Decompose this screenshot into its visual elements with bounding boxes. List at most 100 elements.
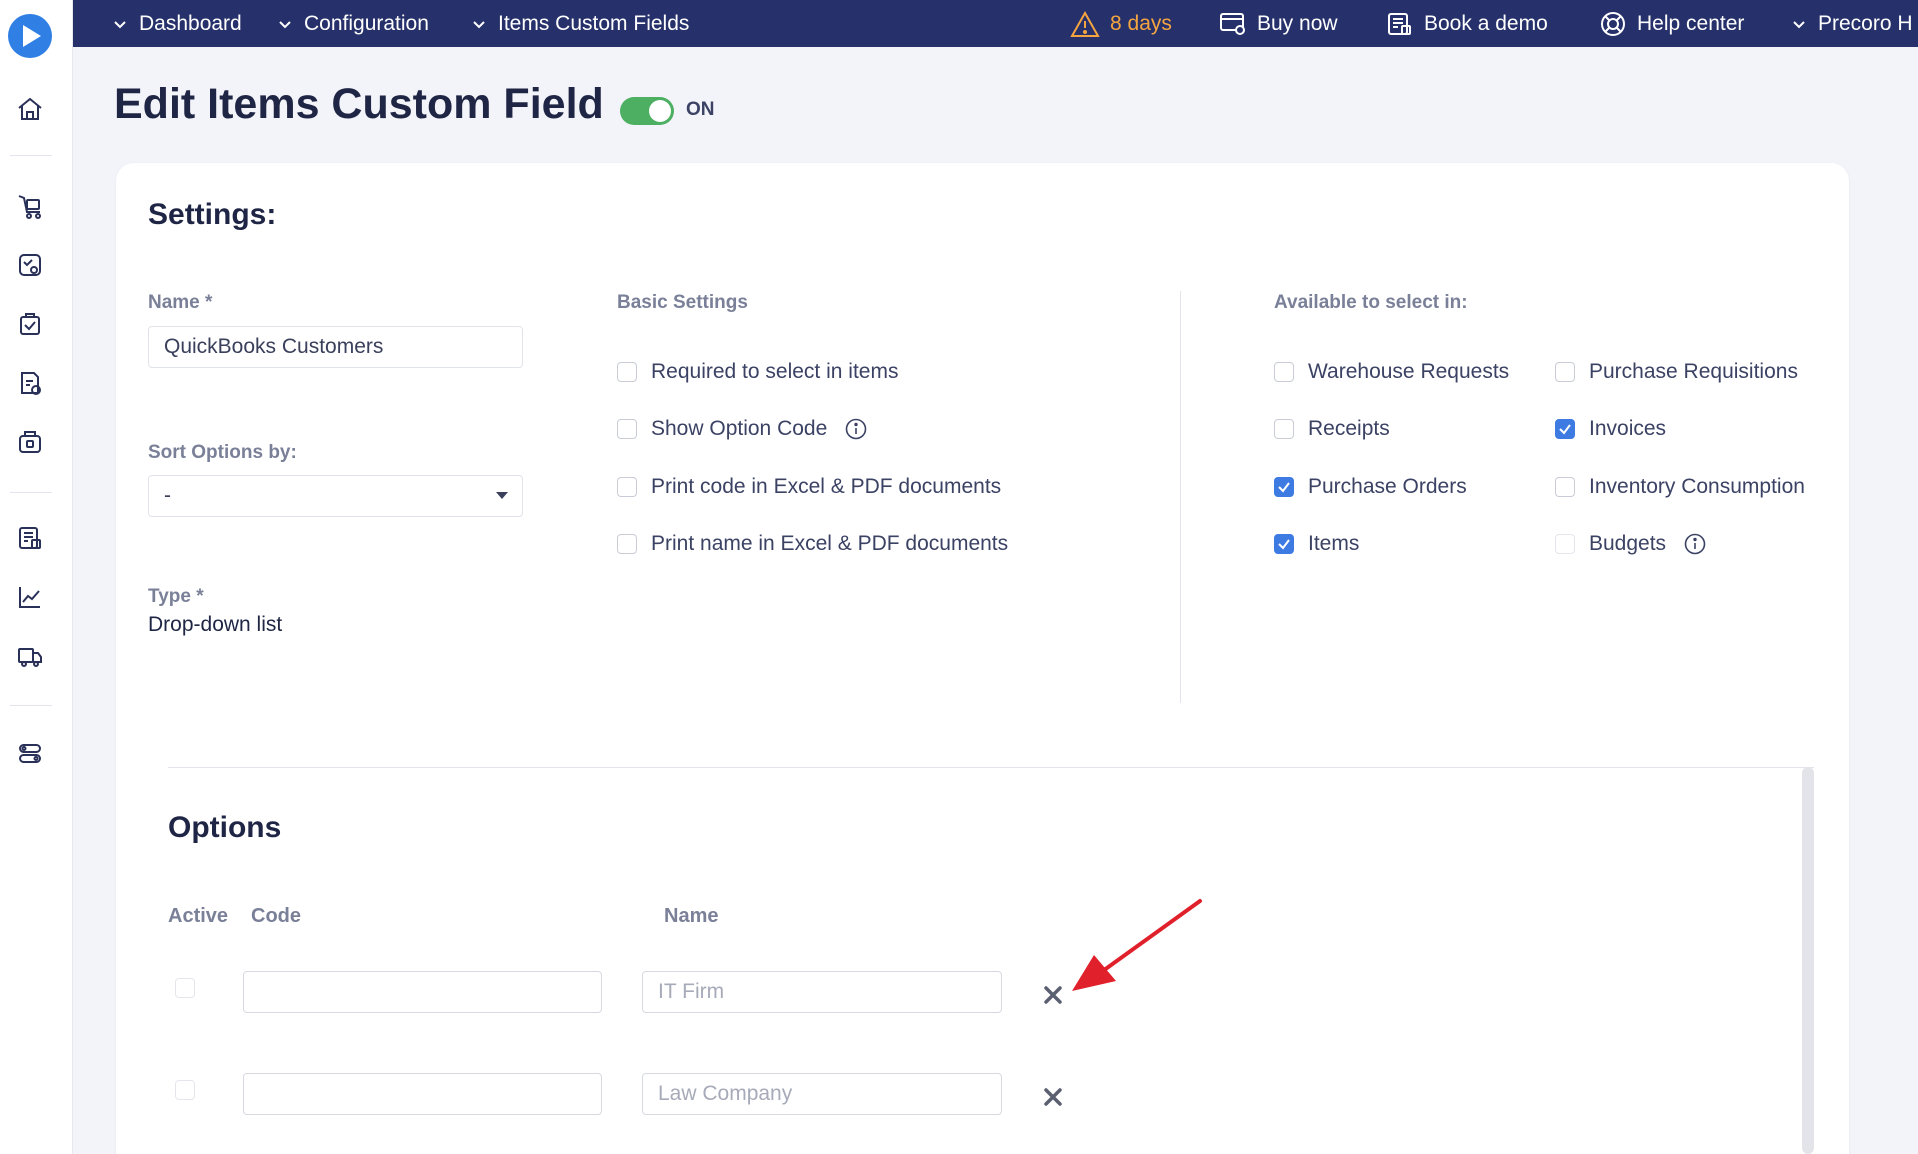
checkbox-receipts[interactable]: Receipts xyxy=(1274,417,1390,441)
available-title: Available to select in: xyxy=(1274,292,1468,313)
checkbox-label: Warehouse Requests xyxy=(1308,360,1510,383)
checkbox-print-name[interactable]: Print name in Excel & PDF documents xyxy=(617,532,1008,556)
option-active-checkbox[interactable] xyxy=(175,978,195,998)
chevron-down-icon xyxy=(114,20,126,28)
cart-icon[interactable] xyxy=(14,190,46,222)
breadcrumb-label: Dashboard xyxy=(139,11,242,35)
checkbox-purchase-requisitions[interactable]: Purchase Requisitions xyxy=(1555,360,1798,384)
checkbox[interactable] xyxy=(617,477,637,497)
column-header-active: Active xyxy=(168,905,229,927)
checkbox[interactable] xyxy=(617,419,637,439)
delete-option-button[interactable] xyxy=(1040,1084,1066,1110)
checkbox[interactable] xyxy=(1274,419,1294,439)
annotation-arrow-icon xyxy=(1072,899,1202,991)
checkmark-icon xyxy=(1559,424,1571,435)
sidebar-divider xyxy=(10,492,52,493)
field-status-toggle[interactable] xyxy=(620,97,674,125)
checkbox[interactable] xyxy=(617,534,637,554)
close-icon xyxy=(1044,1088,1062,1106)
checkbox-invoices[interactable]: Invoices xyxy=(1555,417,1666,441)
checkbox[interactable] xyxy=(1555,477,1575,497)
name-label: Name * xyxy=(148,292,213,313)
option-code-input[interactable] xyxy=(243,1073,602,1115)
section-divider xyxy=(168,767,1814,768)
checkbox-label: Purchase Requisitions xyxy=(1589,360,1798,383)
sidebar-divider xyxy=(10,705,52,706)
book-demo-button[interactable]: Book a demo xyxy=(1386,0,1548,47)
warning-icon xyxy=(1070,10,1100,37)
checkbox[interactable] xyxy=(1555,362,1575,382)
page-title: Edit Items Custom Field xyxy=(114,80,604,128)
breadcrumb-configuration[interactable]: Configuration xyxy=(276,0,429,47)
options-scrollbar[interactable] xyxy=(1802,767,1814,1154)
book-demo-label: Book a demo xyxy=(1424,11,1548,35)
checkmark-icon xyxy=(1278,482,1290,493)
approvals-icon[interactable] xyxy=(14,308,46,340)
checkbox-budgets[interactable]: Budgets xyxy=(1555,532,1706,556)
settings-title: Settings: xyxy=(148,198,277,231)
checkbox-disabled[interactable] xyxy=(1555,534,1575,554)
checkbox-label: Purchase Orders xyxy=(1308,475,1467,498)
checkbox-checked[interactable] xyxy=(1274,477,1294,497)
buy-now-button[interactable]: Buy now xyxy=(1219,0,1338,47)
name-input[interactable]: QuickBooks Customers xyxy=(148,326,523,368)
type-value: Drop-down list xyxy=(148,613,283,636)
option-name-input[interactable]: IT Firm xyxy=(642,971,1002,1013)
checkmark-icon xyxy=(1278,539,1290,550)
payments-icon[interactable] xyxy=(14,426,46,458)
budgets-icon[interactable] xyxy=(14,522,46,554)
checkbox[interactable] xyxy=(1274,362,1294,382)
type-label: Type * xyxy=(148,586,204,607)
checkbox-label: Receipts xyxy=(1308,417,1390,440)
trial-days-badge[interactable]: 8 days xyxy=(1070,0,1172,47)
breadcrumb-dashboard[interactable]: Dashboard xyxy=(111,0,242,47)
home-icon[interactable] xyxy=(14,93,46,125)
account-menu[interactable]: Precoro H xyxy=(1790,0,1913,47)
checkbox-label: Items xyxy=(1308,532,1360,555)
option-code-input[interactable] xyxy=(243,971,602,1013)
checkbox-warehouse-requests[interactable]: Warehouse Requests xyxy=(1274,360,1509,384)
analytics-icon[interactable] xyxy=(14,581,46,613)
sort-options-value: - xyxy=(164,484,171,507)
checkbox-checked[interactable] xyxy=(1555,419,1575,439)
help-center-button[interactable]: Help center xyxy=(1599,0,1744,47)
buy-now-label: Buy now xyxy=(1257,11,1338,35)
sidebar-divider xyxy=(10,155,52,156)
billing-icon xyxy=(1220,12,1245,35)
chevron-down-icon xyxy=(279,20,291,28)
column-header-name: Name xyxy=(664,905,719,927)
delivery-truck-icon[interactable] xyxy=(14,640,46,672)
options-title: Options xyxy=(168,811,282,844)
option-name-input[interactable]: Law Company xyxy=(642,1073,1002,1115)
account-name: Precoro H xyxy=(1818,11,1913,35)
checkbox-checked[interactable] xyxy=(1274,534,1294,554)
checkbox-label: Print code in Excel & PDF documents xyxy=(651,475,1002,498)
column-divider xyxy=(1180,291,1181,703)
precoro-logo[interactable] xyxy=(8,14,52,58)
sort-options-select[interactable]: - xyxy=(148,475,523,517)
help-center-label: Help center xyxy=(1637,11,1745,35)
sidebar xyxy=(0,0,73,1154)
checkbox-label: Print name in Excel & PDF documents xyxy=(651,532,1009,555)
checkbox-show-option-code[interactable]: Show Option Code xyxy=(617,417,867,441)
lifebuoy-icon xyxy=(1601,11,1625,36)
settings-toggles-icon[interactable] xyxy=(14,737,46,769)
basic-settings-title: Basic Settings xyxy=(617,292,748,313)
checkbox-items[interactable]: Items xyxy=(1274,532,1359,556)
requests-icon[interactable] xyxy=(14,249,46,281)
invoices-icon[interactable] xyxy=(14,367,46,399)
checkbox-purchase-orders[interactable]: Purchase Orders xyxy=(1274,475,1467,499)
checkbox-required-in-items[interactable]: Required to select in items xyxy=(617,360,898,384)
checkbox-label: Show Option Code xyxy=(651,417,828,440)
calendar-icon xyxy=(1388,12,1411,35)
checkbox-print-code[interactable]: Print code in Excel & PDF documents xyxy=(617,475,1001,499)
info-icon[interactable] xyxy=(845,418,867,440)
info-icon[interactable] xyxy=(1684,533,1706,555)
breadcrumb-items-custom-fields[interactable]: Items Custom Fields xyxy=(470,0,689,47)
option-active-checkbox[interactable] xyxy=(175,1080,195,1100)
breadcrumb-label: Items Custom Fields xyxy=(498,11,690,35)
top-navigation: Dashboard Configuration Items Custom Fie… xyxy=(73,0,1918,47)
caret-down-icon xyxy=(496,492,508,499)
checkbox[interactable] xyxy=(617,362,637,382)
checkbox-inventory-consumption[interactable]: Inventory Consumption xyxy=(1555,475,1805,499)
